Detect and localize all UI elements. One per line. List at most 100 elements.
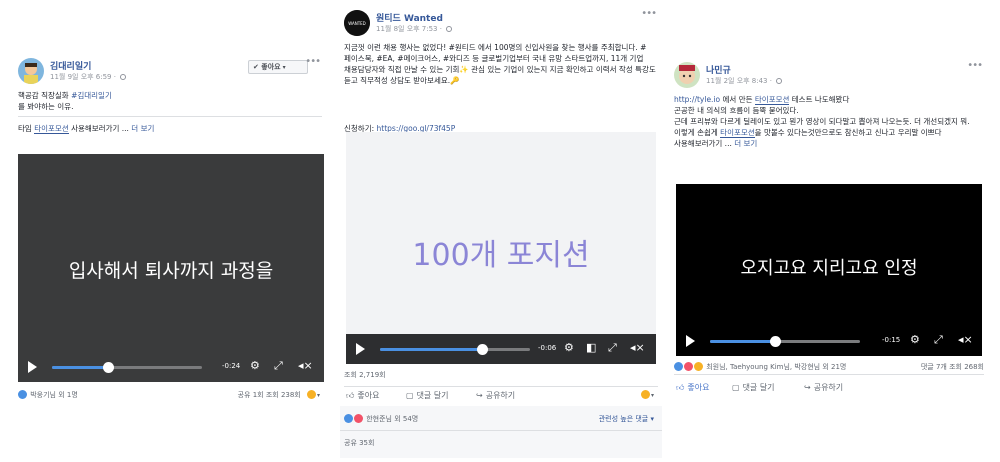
post-meta[interactable]: 11월 2일 오후 8:43 · xyxy=(706,76,783,86)
page-name[interactable]: 김대리일기 xyxy=(50,59,91,72)
see-more-link[interactable]: 더 보기 xyxy=(131,124,154,133)
more-options-icon[interactable]: ••• xyxy=(305,56,321,67)
play-icon[interactable] xyxy=(686,335,695,347)
text-span: 테스트 나도해봤다 xyxy=(789,95,850,104)
like-action-label: 좋아요 xyxy=(357,391,380,400)
settings-gear-icon[interactable]: ⚙ xyxy=(250,359,260,373)
post-wanted: WANTED 원티드 Wanted 11월 8일 오후 7:53 · ••• 지… xyxy=(340,8,662,458)
like-action-button[interactable]: 👍︎ 좋아요 xyxy=(676,382,709,393)
share-action-label: 공유하기 xyxy=(813,383,844,392)
progress-knob[interactable] xyxy=(769,336,781,347)
comment-action-button[interactable]: ▢ 댓글 달기 xyxy=(732,382,775,393)
comment-action-button[interactable]: ▢ 댓글 달기 xyxy=(406,390,449,401)
post-stats[interactable]: 댓글 7개 조회 268회 xyxy=(921,362,984,372)
account-selector[interactable]: ▾ xyxy=(640,390,654,399)
profile-name[interactable]: 나민규 xyxy=(706,63,731,76)
timestamp[interactable]: 11월 8일 오후 7:53 · xyxy=(376,25,444,33)
time-remaining: -0:15 xyxy=(882,336,901,344)
volume-mute-icon[interactable]: ◂× xyxy=(630,341,645,355)
wanted-logo-text: WANTED xyxy=(348,21,366,26)
progress-knob[interactable] xyxy=(477,344,488,355)
caret-down-icon: ▾ xyxy=(282,64,286,71)
divider xyxy=(674,374,984,375)
like-reaction-icon xyxy=(344,414,353,423)
video-caption: 100개 포지션 xyxy=(412,238,590,273)
more-options-icon[interactable]: ••• xyxy=(967,60,983,71)
progress-bar[interactable] xyxy=(52,362,202,373)
comments-area: 한현준님 외 54명 관련성 높은 댓글 ▾ 공유 35회 xyxy=(340,406,662,458)
post-meta[interactable]: 11월 8일 오후 7:53 · xyxy=(376,24,453,34)
like-reaction-icon xyxy=(674,362,683,371)
account-avatar-icon xyxy=(640,390,650,399)
text-span: 타임 xyxy=(18,124,35,133)
fullscreen-icon[interactable]: ⤢ xyxy=(608,341,617,355)
progress-knob[interactable] xyxy=(102,362,114,373)
typomotion-link[interactable]: 타이포모션 xyxy=(720,128,755,138)
video-player[interactable]: 입사해서 퇴사까지 과정을 -0:24 ⚙ ⤢ ◂× xyxy=(18,154,324,382)
post-text: 핵공감 직장실화 #김대리일기 를 봐야하는 이유. xyxy=(14,90,326,112)
video-controls: -0:15 ⚙ ⤢ ◂× xyxy=(676,326,982,356)
post-kimdaeri: 김대리일기 11월 9일 오후 6:59 · ✔ 좋아요 ▾ ••• 핵공감 직장… xyxy=(14,56,326,406)
account-avatar-icon[interactable] xyxy=(306,390,316,399)
more-options-icon[interactable]: ••• xyxy=(641,8,657,19)
video-player[interactable]: 오지고요 지리고요 인정 -0:15 ⚙ ⤢ ◂× xyxy=(676,184,982,356)
caret-down-icon: ▾ xyxy=(650,392,654,399)
hashtag-link[interactable]: #김대리일기 xyxy=(71,91,112,100)
comment-action-label: 댓글 달기 xyxy=(416,391,449,400)
volume-mute-icon[interactable]: ◂× xyxy=(958,333,973,347)
post-meta[interactable]: 11월 9일 오후 6:59 · xyxy=(50,72,127,82)
post-namingyu: 나민규 11월 2일 오후 8:43 · ••• http://tyle.io … xyxy=(670,60,988,400)
fullscreen-icon[interactable]: ⤢ xyxy=(274,359,283,373)
progress-bar[interactable] xyxy=(380,344,530,355)
timestamp[interactable]: 11월 2일 오후 8:43 · xyxy=(706,77,774,85)
video-controls: -0:24 ⚙ ⤢ ◂× xyxy=(18,352,324,382)
avatar[interactable] xyxy=(18,58,44,84)
caret-down-icon[interactable]: ▾ xyxy=(317,392,320,399)
reactors-text[interactable]: 한현준님 외 54명 xyxy=(366,415,418,423)
reactors-text[interactable]: 최원님, Taehyoung Kim님, 박강현님 외 21명 xyxy=(706,363,846,371)
tyle-link[interactable]: http://tyle.io xyxy=(674,95,720,104)
play-icon[interactable] xyxy=(356,343,365,355)
reactors-text[interactable]: 박웅기님 외 1명 xyxy=(30,391,78,399)
thumbs-up-icon: 👍︎ xyxy=(346,391,355,400)
post-tail-text: 타임 타이포모션 사용해보러가기 ... 더 보기 xyxy=(14,123,326,134)
play-icon[interactable] xyxy=(28,361,37,373)
timestamp[interactable]: 11월 9일 오후 6:59 · xyxy=(50,73,118,81)
like-action-button[interactable]: 👍︎ 좋아요 xyxy=(346,390,379,401)
page-name[interactable]: 원티드 Wanted xyxy=(376,11,443,24)
comment-icon: ▢ xyxy=(732,383,740,392)
comment-action-label: 댓글 달기 xyxy=(742,383,775,392)
post-text: http://tyle.io 에서 만든 타이포모션 테스트 나도해봤다 곤공한… xyxy=(670,94,988,149)
typomotion-link[interactable]: 타이포모션 xyxy=(34,124,69,134)
post-text: 지금껏 이런 채용 행사는 없었다! #원티드 에서 100명의 신입사원을 찾… xyxy=(344,43,656,85)
text-line: 핵공감 직장실화 xyxy=(18,91,72,100)
progress-bar[interactable] xyxy=(710,336,860,347)
settings-gear-icon[interactable]: ⚙ xyxy=(910,333,920,347)
text-line: 를 봐야하는 이유. xyxy=(18,102,74,111)
globe-icon xyxy=(446,26,453,32)
typomotion-link[interactable]: 타이포모션 xyxy=(754,95,790,105)
page-like-button[interactable]: ✔ 좋아요 ▾ xyxy=(248,60,308,74)
share-count[interactable]: 공유 35회 xyxy=(344,438,658,448)
view-count[interactable]: 조회 2,719회 xyxy=(344,370,658,380)
fullscreen-icon[interactable]: ⤢ xyxy=(934,333,943,347)
video-caption: 입사해서 퇴사까지 과정을 xyxy=(68,260,274,282)
volume-mute-icon[interactable]: ◂× xyxy=(298,359,313,373)
settings-gear-icon[interactable]: ⚙ xyxy=(564,341,574,355)
share-icon: ↪ xyxy=(804,383,811,392)
picture-in-picture-icon[interactable]: ◧ xyxy=(586,341,596,355)
comment-sort-dropdown[interactable]: 관련성 높은 댓글 ▾ xyxy=(599,414,654,424)
avatar[interactable] xyxy=(674,62,700,88)
text-span: 사용해보러가기 ... xyxy=(674,139,735,148)
video-player[interactable]: 100개 포지션 -0:06 ⚙ ◧ ⤢ ◂× xyxy=(346,132,656,364)
like-reaction-icon xyxy=(18,390,27,399)
see-more-link[interactable]: 더 보기 xyxy=(734,139,757,148)
share-view-count[interactable]: 공유 1회 조회 238회 xyxy=(238,391,301,399)
share-action-button[interactable]: ↪ 공유하기 xyxy=(476,390,515,401)
text-span: 에서 만든 xyxy=(720,95,755,104)
love-reaction-icon xyxy=(684,362,693,371)
divider xyxy=(344,386,658,387)
wanted-logo-avatar[interactable]: WANTED xyxy=(344,10,370,36)
share-action-button[interactable]: ↪ 공유하기 xyxy=(804,382,843,393)
video-controls: -0:06 ⚙ ◧ ⤢ ◂× xyxy=(346,334,656,364)
